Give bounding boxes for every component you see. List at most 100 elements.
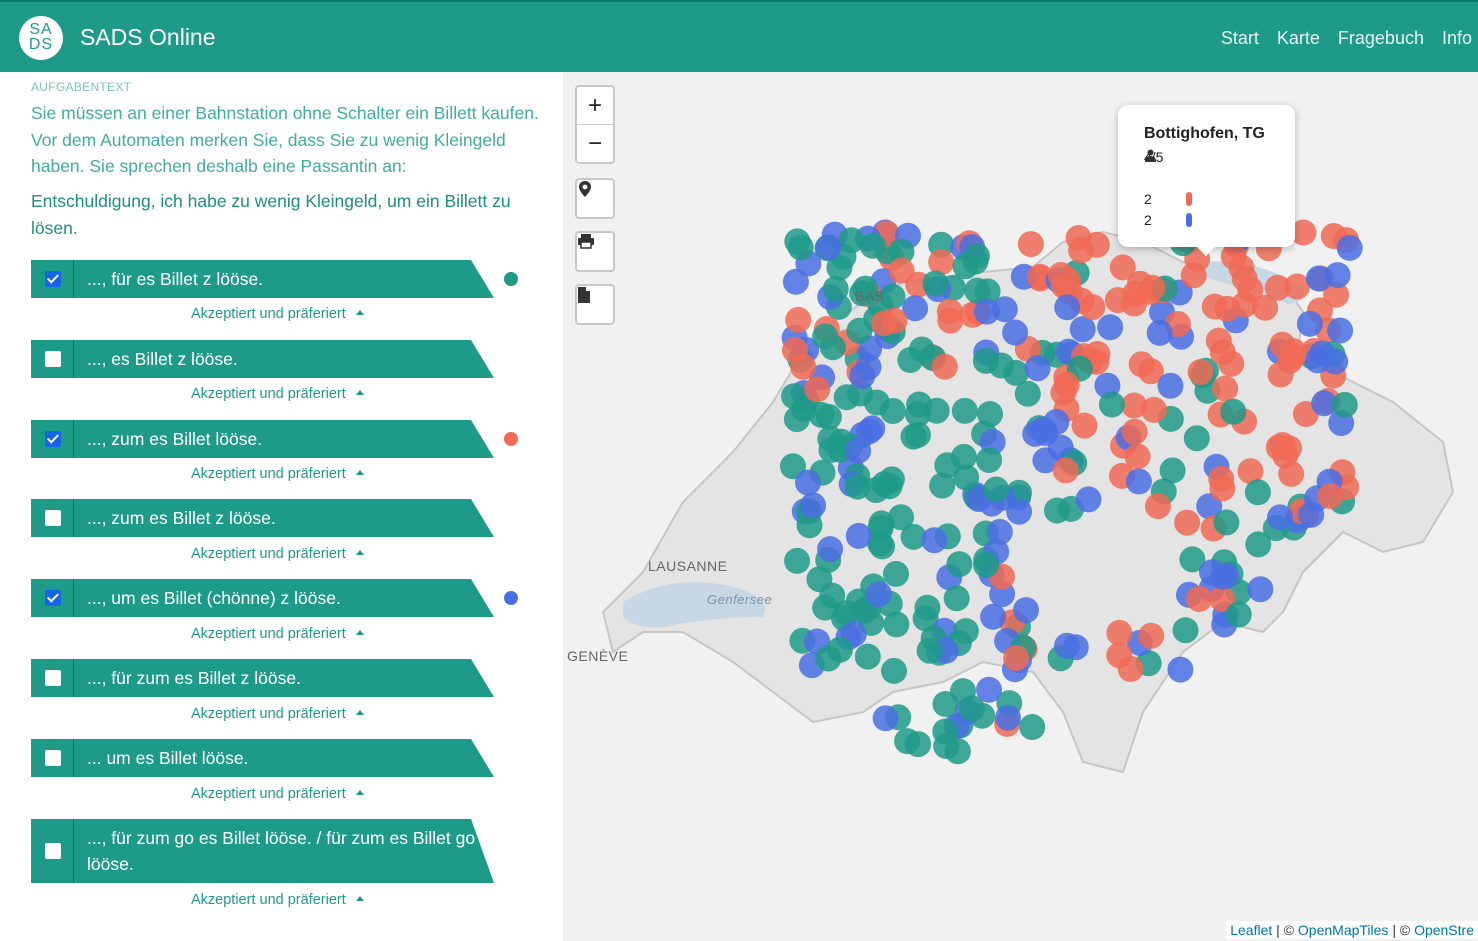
pie-marker[interactable] bbox=[1106, 619, 1133, 646]
brand-title[interactable]: SADS Online bbox=[80, 24, 216, 51]
locate-button[interactable] bbox=[577, 180, 613, 217]
pie-marker[interactable] bbox=[1145, 493, 1171, 520]
pie-marker[interactable] bbox=[846, 317, 873, 344]
pie-marker[interactable] bbox=[1054, 294, 1081, 321]
option-status[interactable]: Akzeptiert und präferiert bbox=[191, 626, 364, 642]
pie-marker[interactable] bbox=[1309, 340, 1336, 367]
pie-marker[interactable] bbox=[854, 643, 881, 670]
pie-marker[interactable] bbox=[1245, 531, 1272, 558]
pie-marker[interactable] bbox=[1069, 316, 1096, 343]
answer-option-7[interactable]: ... um es Billet lööse. bbox=[31, 739, 494, 777]
pie-marker[interactable] bbox=[849, 363, 876, 390]
pie-marker[interactable] bbox=[1159, 457, 1186, 484]
pie-marker[interactable] bbox=[819, 582, 846, 609]
pie-marker[interactable] bbox=[1106, 642, 1133, 669]
answer-option-1[interactable]: ..., für es Billet z lööse. bbox=[31, 260, 494, 298]
pie-marker[interactable] bbox=[1109, 254, 1136, 281]
pie-marker[interactable] bbox=[1218, 350, 1245, 377]
option-checkbox[interactable] bbox=[45, 750, 61, 766]
pie-marker[interactable] bbox=[1231, 265, 1258, 292]
pie-marker[interactable] bbox=[931, 353, 958, 380]
pie-marker[interactable] bbox=[1213, 509, 1240, 536]
pie-marker[interactable] bbox=[959, 695, 985, 722]
pie-marker[interactable] bbox=[883, 560, 909, 587]
pie-marker[interactable] bbox=[921, 527, 948, 554]
pie-marker[interactable] bbox=[1013, 597, 1039, 624]
pie-marker[interactable] bbox=[933, 733, 960, 759]
nav-fragebuch[interactable]: Fragebuch bbox=[1338, 28, 1424, 49]
pie-marker[interactable] bbox=[1032, 420, 1059, 446]
pie-marker[interactable] bbox=[1054, 632, 1080, 659]
leaflet-link[interactable]: Leaflet bbox=[1230, 922, 1272, 938]
answer-option-5[interactable]: ..., um es Billet (chönne) z lööse. bbox=[31, 579, 494, 617]
option-checkbox[interactable] bbox=[45, 351, 61, 367]
pie-marker[interactable] bbox=[1225, 601, 1252, 628]
pie-marker[interactable] bbox=[784, 547, 811, 574]
pie-marker[interactable] bbox=[817, 536, 844, 563]
pie-marker[interactable] bbox=[1014, 380, 1041, 407]
pie-marker[interactable] bbox=[833, 384, 860, 411]
map-view[interactable]: BAS LAUSANNE GENÈVE Genfersee + − Bottig… bbox=[563, 72, 1478, 941]
pie-marker[interactable] bbox=[932, 691, 959, 717]
nav-karte[interactable]: Karte bbox=[1277, 28, 1320, 49]
pie-marker[interactable] bbox=[1296, 310, 1323, 337]
pie-marker[interactable] bbox=[914, 594, 941, 621]
pie-marker[interactable] bbox=[983, 476, 1010, 503]
pie-marker[interactable] bbox=[1024, 355, 1051, 382]
pie-marker[interactable] bbox=[964, 242, 990, 269]
zoom-in-button[interactable]: + bbox=[577, 87, 613, 124]
pie-marker[interactable] bbox=[787, 234, 814, 261]
pie-marker[interactable] bbox=[1317, 483, 1344, 510]
pie-marker[interactable] bbox=[897, 347, 924, 373]
pie-marker[interactable] bbox=[865, 581, 892, 608]
pie-marker[interactable] bbox=[1278, 460, 1305, 487]
pie-marker[interactable] bbox=[1017, 231, 1044, 258]
pie-marker[interactable] bbox=[1183, 425, 1210, 452]
option-checkbox[interactable] bbox=[45, 590, 61, 606]
pie-marker[interactable] bbox=[923, 397, 950, 424]
print-button[interactable] bbox=[577, 233, 613, 270]
option-status[interactable]: Akzeptiert und präferiert bbox=[191, 546, 364, 562]
pie-marker[interactable] bbox=[888, 257, 915, 284]
pie-marker[interactable] bbox=[872, 705, 899, 732]
pie-marker[interactable] bbox=[1336, 234, 1363, 261]
option-status[interactable]: Akzeptiert und präferiert bbox=[191, 306, 364, 322]
pie-marker[interactable] bbox=[1104, 287, 1131, 314]
pie-marker[interactable] bbox=[1138, 622, 1165, 649]
pie-marker[interactable] bbox=[1247, 576, 1274, 603]
pie-marker[interactable] bbox=[951, 397, 978, 424]
option-checkbox[interactable] bbox=[45, 431, 61, 447]
pie-marker[interactable] bbox=[1208, 465, 1235, 492]
pie-marker[interactable] bbox=[1124, 443, 1151, 470]
option-checkbox[interactable] bbox=[45, 843, 61, 859]
pie-marker[interactable] bbox=[863, 389, 890, 416]
pie-marker[interactable] bbox=[881, 657, 907, 684]
option-checkbox[interactable] bbox=[45, 271, 61, 287]
pie-marker[interactable] bbox=[1097, 314, 1124, 341]
map-canvas[interactable] bbox=[563, 72, 1478, 941]
pie-marker[interactable] bbox=[1125, 468, 1152, 495]
option-status[interactable]: Akzeptiert und präferiert bbox=[191, 386, 364, 402]
pie-marker[interactable] bbox=[812, 323, 839, 350]
pie-marker[interactable] bbox=[1220, 398, 1247, 425]
pie-marker[interactable] bbox=[1047, 262, 1074, 288]
pie-marker[interactable] bbox=[845, 522, 872, 549]
pie-marker[interactable] bbox=[1267, 504, 1293, 531]
option-status[interactable]: Akzeptiert und präferiert bbox=[191, 466, 364, 482]
answer-option-2[interactable]: ..., es Billet z lööse. bbox=[31, 340, 494, 378]
pie-marker[interactable] bbox=[1186, 586, 1213, 612]
answer-option-4[interactable]: ..., zum es Billet z lööse. bbox=[31, 499, 494, 537]
option-status[interactable]: Akzeptiert und präferiert bbox=[191, 786, 364, 802]
openstreetmap-link[interactable]: OpenStre bbox=[1414, 922, 1474, 938]
pie-marker[interactable] bbox=[785, 306, 812, 333]
pie-marker[interactable] bbox=[1327, 317, 1354, 344]
pie-marker[interactable] bbox=[1269, 432, 1296, 458]
pie-marker[interactable] bbox=[988, 352, 1015, 379]
pie-marker[interactable] bbox=[1305, 265, 1332, 292]
pie-marker[interactable] bbox=[1083, 231, 1110, 258]
pie-marker[interactable] bbox=[1174, 509, 1201, 536]
nav-start[interactable]: Start bbox=[1221, 28, 1259, 49]
pie-marker[interactable] bbox=[922, 270, 949, 297]
pie-marker[interactable] bbox=[1121, 418, 1148, 445]
pie-marker[interactable] bbox=[869, 533, 896, 560]
